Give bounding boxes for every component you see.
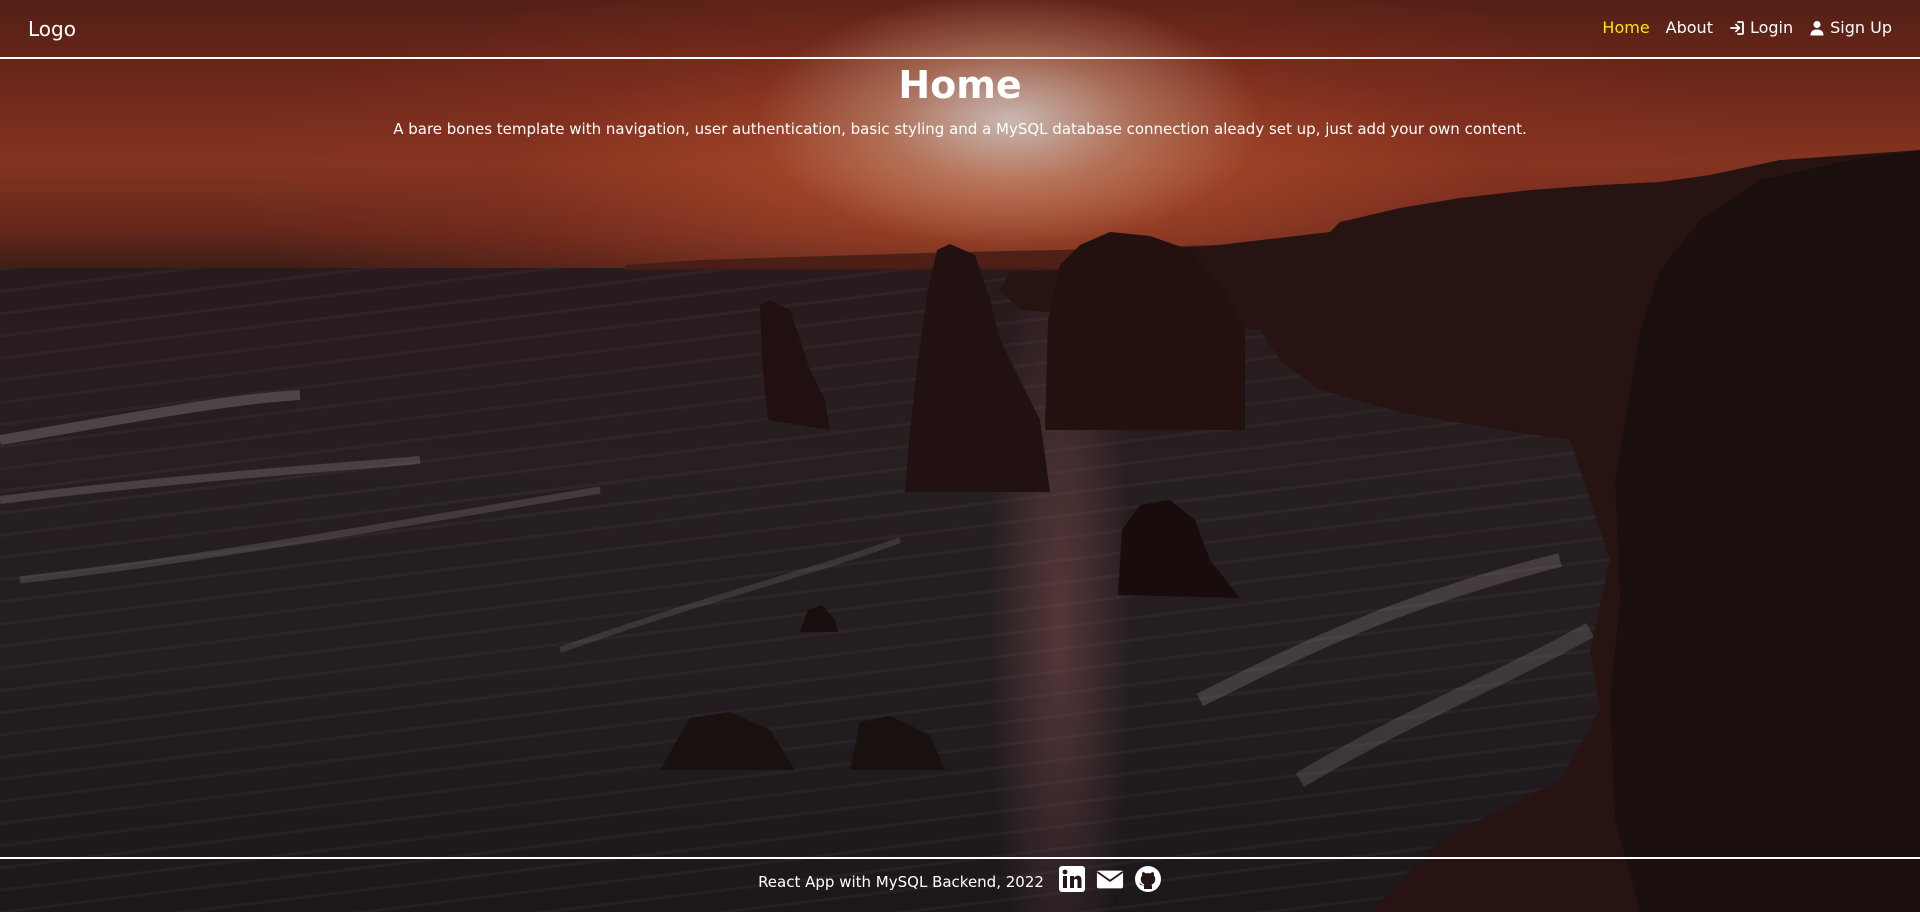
github-icon[interactable] xyxy=(1134,865,1162,893)
nav-link-login[interactable]: Login xyxy=(1729,17,1793,39)
nav-link-about[interactable]: About xyxy=(1666,17,1713,39)
nav-link-label: Login xyxy=(1749,18,1794,37)
nav-link-label: About xyxy=(1665,18,1713,37)
logo[interactable]: Logo xyxy=(28,16,76,42)
nav-link-signup[interactable]: Sign Up xyxy=(1809,17,1892,39)
page-title: Home xyxy=(898,63,1022,107)
footer: React App with MySQL Backend, 2022 xyxy=(0,857,1920,912)
nav-link-home[interactable]: Home xyxy=(1602,17,1649,39)
footer-text: React App with MySQL Backend, 2022 xyxy=(758,873,1044,891)
nav-link-label: Home xyxy=(1602,18,1650,37)
mail-icon[interactable] xyxy=(1096,865,1124,893)
login-icon xyxy=(1729,20,1745,36)
main-content: Home A bare bones template with navigati… xyxy=(0,59,1920,139)
linkedin-icon[interactable] xyxy=(1058,865,1086,893)
nav-links: Home About Login Sign Up xyxy=(1602,17,1892,39)
nav-link-label: Sign Up xyxy=(1830,18,1892,37)
top-navbar: Logo Home About Login Sign Up xyxy=(0,0,1920,59)
user-icon xyxy=(1809,20,1825,36)
page-description: A bare bones template with navigation, u… xyxy=(393,120,1527,138)
